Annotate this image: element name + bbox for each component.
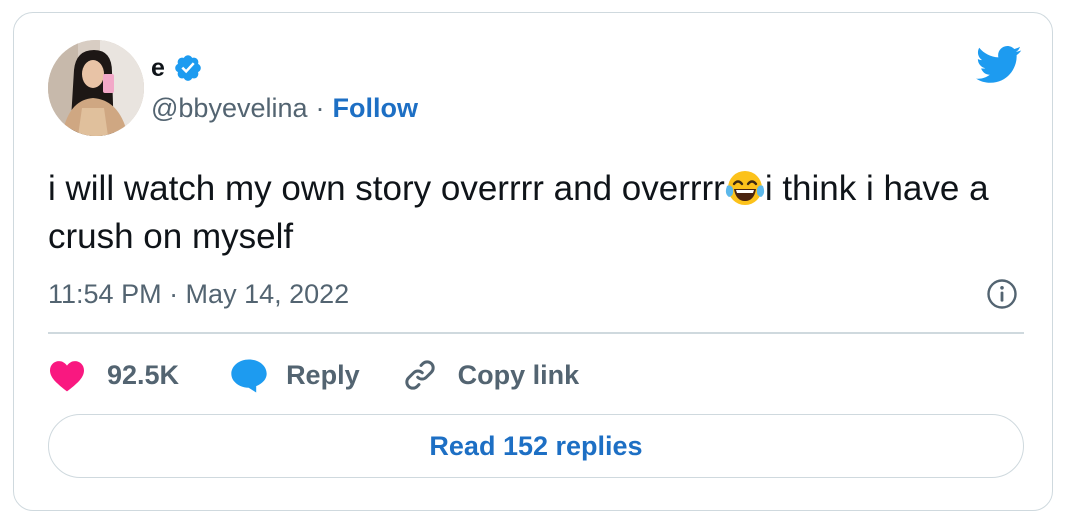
handle-row: @bbyevelina · Follow [151,91,418,125]
avatar[interactable] [48,40,144,136]
separator-dot: · [315,93,325,123]
tweet-timestamp[interactable]: 11:54 PM · May 14, 2022 [48,277,349,311]
heart-icon [50,361,84,392]
embedded-tweet-card: e @bbyevelina · Follow i will watch my o… [13,12,1053,511]
link-icon [404,360,435,390]
twitter-bird-icon[interactable] [976,45,1022,85]
copy-link-button[interactable]: Copy link [402,357,580,393]
user-handle[interactable]: @bbyevelina [151,91,308,125]
follow-link[interactable]: Follow [333,91,418,125]
avatar-photo [48,40,144,136]
like-button[interactable]: 92.5K [48,358,179,392]
face-with-tears-of-joy-emoji [725,171,764,205]
display-name[interactable]: e [151,53,165,83]
read-replies-button[interactable]: Read 152 replies [48,414,1024,478]
like-count: 92.5K [107,360,180,390]
action-bar: 92.5K Reply Copy link [48,355,579,395]
verified-badge-icon [175,55,201,81]
reply-button[interactable]: Reply [229,357,360,393]
info-icon[interactable] [986,278,1018,310]
divider [48,332,1024,334]
tweet-text: i will watch my own story overrrr and ov… [48,165,1008,261]
copy-link-label: Copy link [457,360,580,390]
tweet-text-part-1: i will watch my own story overrrr and ov… [48,169,725,208]
display-name-row: e [151,53,203,83]
reply-label: Reply [286,360,360,390]
read-replies-label: Read 152 replies [429,430,643,461]
speech-bubble-icon [231,359,267,393]
